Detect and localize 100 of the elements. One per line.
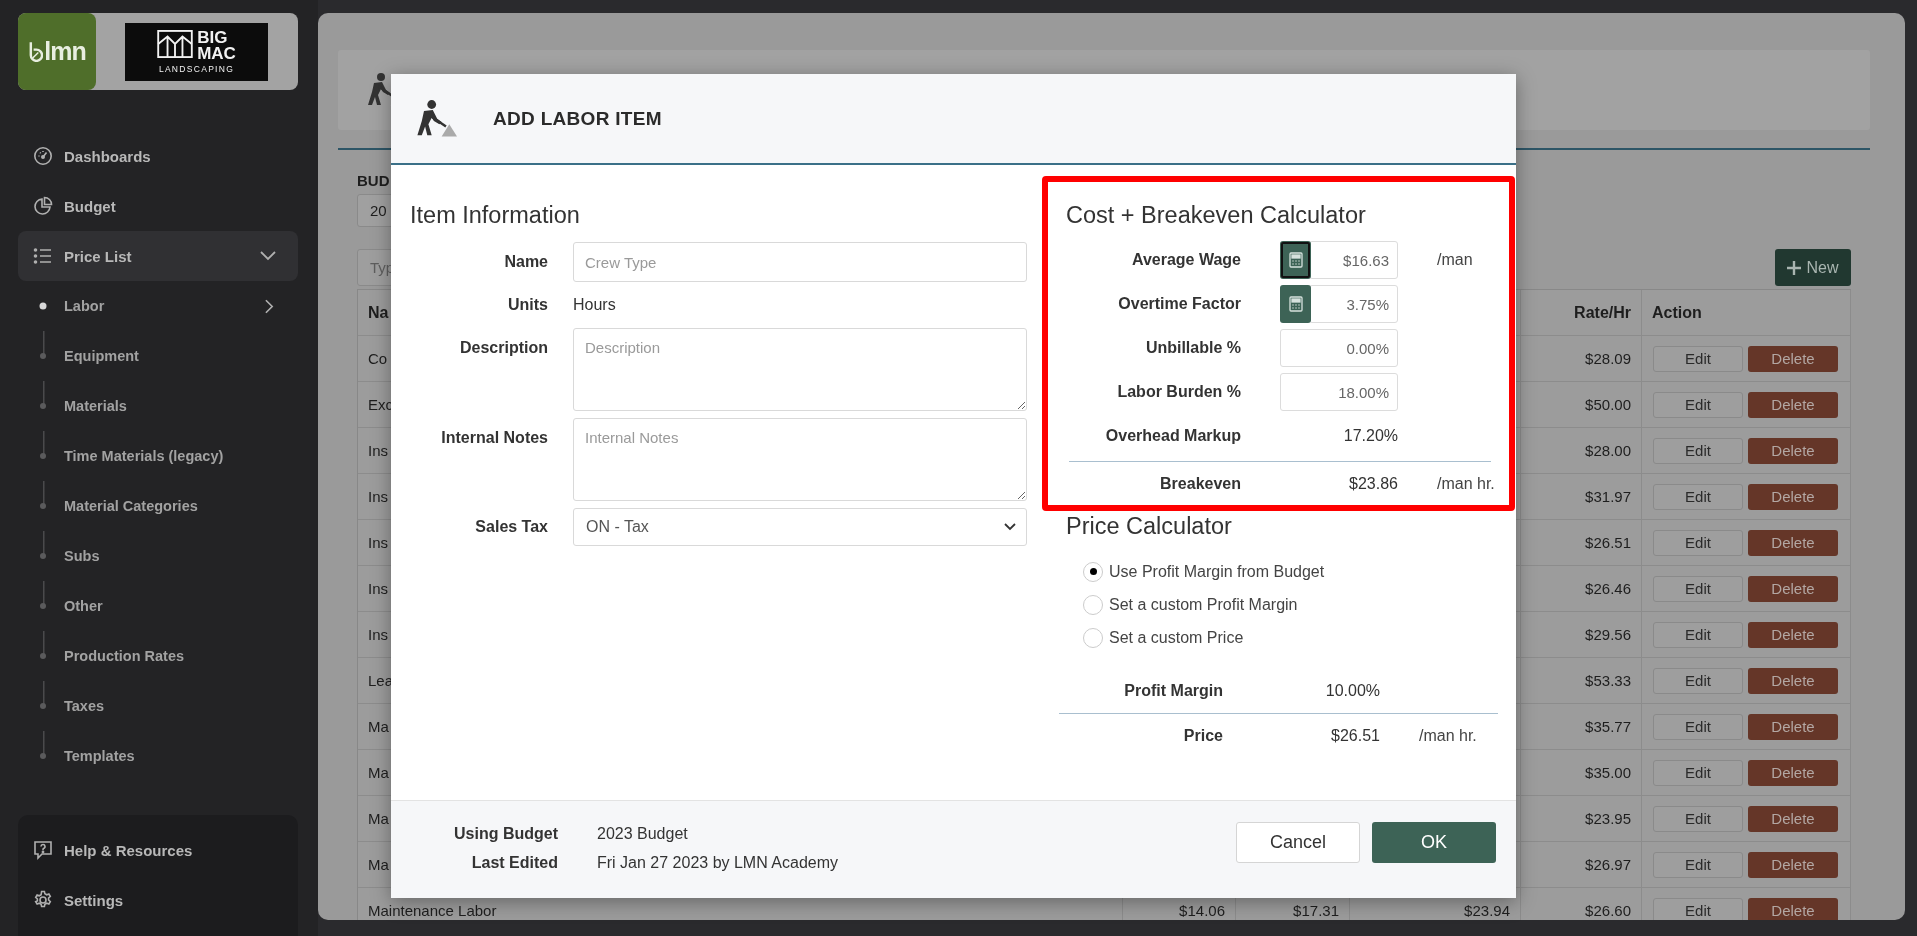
edit-button[interactable]: Edit: [1653, 529, 1743, 556]
delete-button[interactable]: Delete: [1748, 667, 1838, 694]
number-field[interactable]: $16.63: [1309, 241, 1398, 279]
field-value: 10.00%: [1324, 682, 1380, 700]
table-cell: $26.97: [1521, 842, 1642, 888]
delete-button[interactable]: Delete: [1748, 483, 1838, 510]
settings-icon: [33, 890, 53, 910]
unit-label: /man hr.: [1419, 727, 1478, 745]
field-label: Sales Tax: [474, 517, 548, 537]
text-area[interactable]: Internal Notes: [573, 418, 1027, 501]
calculator-icon: [1288, 252, 1303, 268]
text-field[interactable]: Crew Type: [573, 242, 1027, 282]
edit-button[interactable]: Edit: [1653, 575, 1743, 602]
chevron-icon: [265, 298, 274, 314]
table-cell: $26.60: [1521, 888, 1642, 920]
nav-item[interactable]: Settings: [18, 875, 298, 925]
delete-button[interactable]: Delete: [1748, 713, 1838, 740]
number-field[interactable]: 18.00%: [1280, 373, 1398, 411]
pie-chart-icon: [33, 196, 53, 216]
chevron-icon: [260, 251, 276, 261]
field-label: Name: [503, 252, 548, 272]
edit-button[interactable]: Edit: [1653, 437, 1743, 464]
edit-button[interactable]: Edit: [1653, 667, 1743, 694]
radio-label: Set a custom Price: [1109, 628, 1244, 647]
delete-button[interactable]: Delete: [1748, 391, 1838, 418]
table-cell: $35.00: [1521, 750, 1642, 796]
nav-subitem[interactable]: Labor: [18, 281, 298, 331]
unit-label: /man: [1437, 251, 1474, 269]
field-label: Units: [507, 295, 548, 315]
nav-item[interactable]: Dashboards: [18, 131, 298, 181]
table-cell: $23.95: [1521, 796, 1642, 842]
table-cell: $53.33: [1521, 658, 1642, 704]
edit-button[interactable]: Edit: [1653, 391, 1743, 418]
info-label: Last Edited: [470, 853, 558, 872]
column-header: Action: [1642, 290, 1851, 336]
field-value: Hours: [573, 295, 617, 315]
delete-button[interactable]: Delete: [1748, 759, 1838, 786]
info-value: 2023 Budget: [597, 824, 689, 843]
total-value: $23.86: [1348, 475, 1398, 493]
field-label: Profit Margin: [1123, 682, 1223, 700]
delete-button[interactable]: Delete: [1748, 437, 1838, 464]
nav-item[interactable]: Help & Resources: [18, 825, 298, 875]
edit-button[interactable]: Edit: [1653, 759, 1743, 786]
nav-item[interactable]: Budget: [18, 181, 298, 231]
company-mark-icon: [157, 29, 194, 58]
edit-button[interactable]: Edit: [1653, 621, 1743, 648]
field-label: Price: [1182, 727, 1223, 745]
total-value: $26.51: [1330, 727, 1380, 745]
field-label: Description: [459, 338, 548, 358]
gauge-icon: [33, 146, 53, 166]
unit-label: /man hr.: [1437, 475, 1496, 493]
field-label: Breakeven: [1159, 475, 1241, 493]
brand-name: lmn: [44, 37, 86, 66]
table-cell: $26.46: [1521, 566, 1642, 612]
edit-button[interactable]: Edit: [1653, 483, 1743, 510]
number-field[interactable]: 3.75%: [1309, 285, 1398, 323]
help-icon: [33, 840, 53, 860]
field-value: 17.20%: [1342, 427, 1398, 445]
delete-button[interactable]: Delete: [1748, 805, 1838, 832]
new-button[interactable]: New: [1775, 249, 1851, 286]
delete-button[interactable]: Delete: [1748, 345, 1838, 372]
company-name-line: LANDSCAPING: [157, 63, 236, 74]
brand-mark-icon: [28, 41, 44, 62]
field-label: Overtime Factor: [1117, 295, 1241, 313]
edit-button[interactable]: Edit: [1653, 345, 1743, 372]
delete-button[interactable]: Delete: [1748, 851, 1838, 878]
radio-label: Set a custom Profit Margin: [1109, 595, 1298, 614]
edit-button[interactable]: Edit: [1653, 805, 1743, 832]
delete-button[interactable]: Delete: [1748, 897, 1838, 920]
number-field[interactable]: 0.00%: [1280, 329, 1398, 367]
ok-button[interactable]: OK: [1372, 822, 1496, 863]
field-label: Overhead Markup: [1104, 427, 1241, 445]
table-cell: $50.00: [1521, 382, 1642, 428]
company-name-line: MAC: [197, 45, 236, 62]
table-cell: $28.00: [1521, 428, 1642, 474]
calculator-button[interactable]: [1280, 241, 1311, 279]
calculator-icon: [1288, 296, 1303, 312]
field-label: Average Wage: [1130, 251, 1241, 269]
field-label: Internal Notes: [440, 428, 548, 448]
dialog-title: ADD LABOR ITEM: [493, 107, 662, 130]
table-cell: $29.56: [1521, 612, 1642, 658]
section-heading: Cost + Breakeven Calculator: [1066, 201, 1367, 230]
edit-button[interactable]: Edit: [1653, 713, 1743, 740]
section-heading: Price Calculator: [1066, 512, 1233, 541]
cancel-button[interactable]: Cancel: [1236, 822, 1360, 863]
field-label: Labor Burden %: [1116, 383, 1241, 401]
delete-button[interactable]: Delete: [1748, 529, 1838, 556]
nav-item[interactable]: Price List: [18, 231, 298, 281]
text-area[interactable]: Description: [573, 328, 1027, 411]
plus-icon: [1787, 260, 1802, 275]
section-heading: Item Information: [410, 201, 581, 230]
select-field[interactable]: ON - Tax: [573, 508, 1027, 546]
delete-button[interactable]: Delete: [1748, 621, 1838, 648]
delete-button[interactable]: Delete: [1748, 575, 1838, 602]
table-cell: $28.09: [1521, 336, 1642, 382]
info-label: Using Budget: [453, 824, 558, 843]
radio-label: Use Profit Margin from Budget: [1109, 562, 1325, 581]
column-header: Rate/Hr: [1521, 290, 1642, 336]
edit-button[interactable]: Edit: [1653, 897, 1743, 920]
edit-button[interactable]: Edit: [1653, 851, 1743, 878]
